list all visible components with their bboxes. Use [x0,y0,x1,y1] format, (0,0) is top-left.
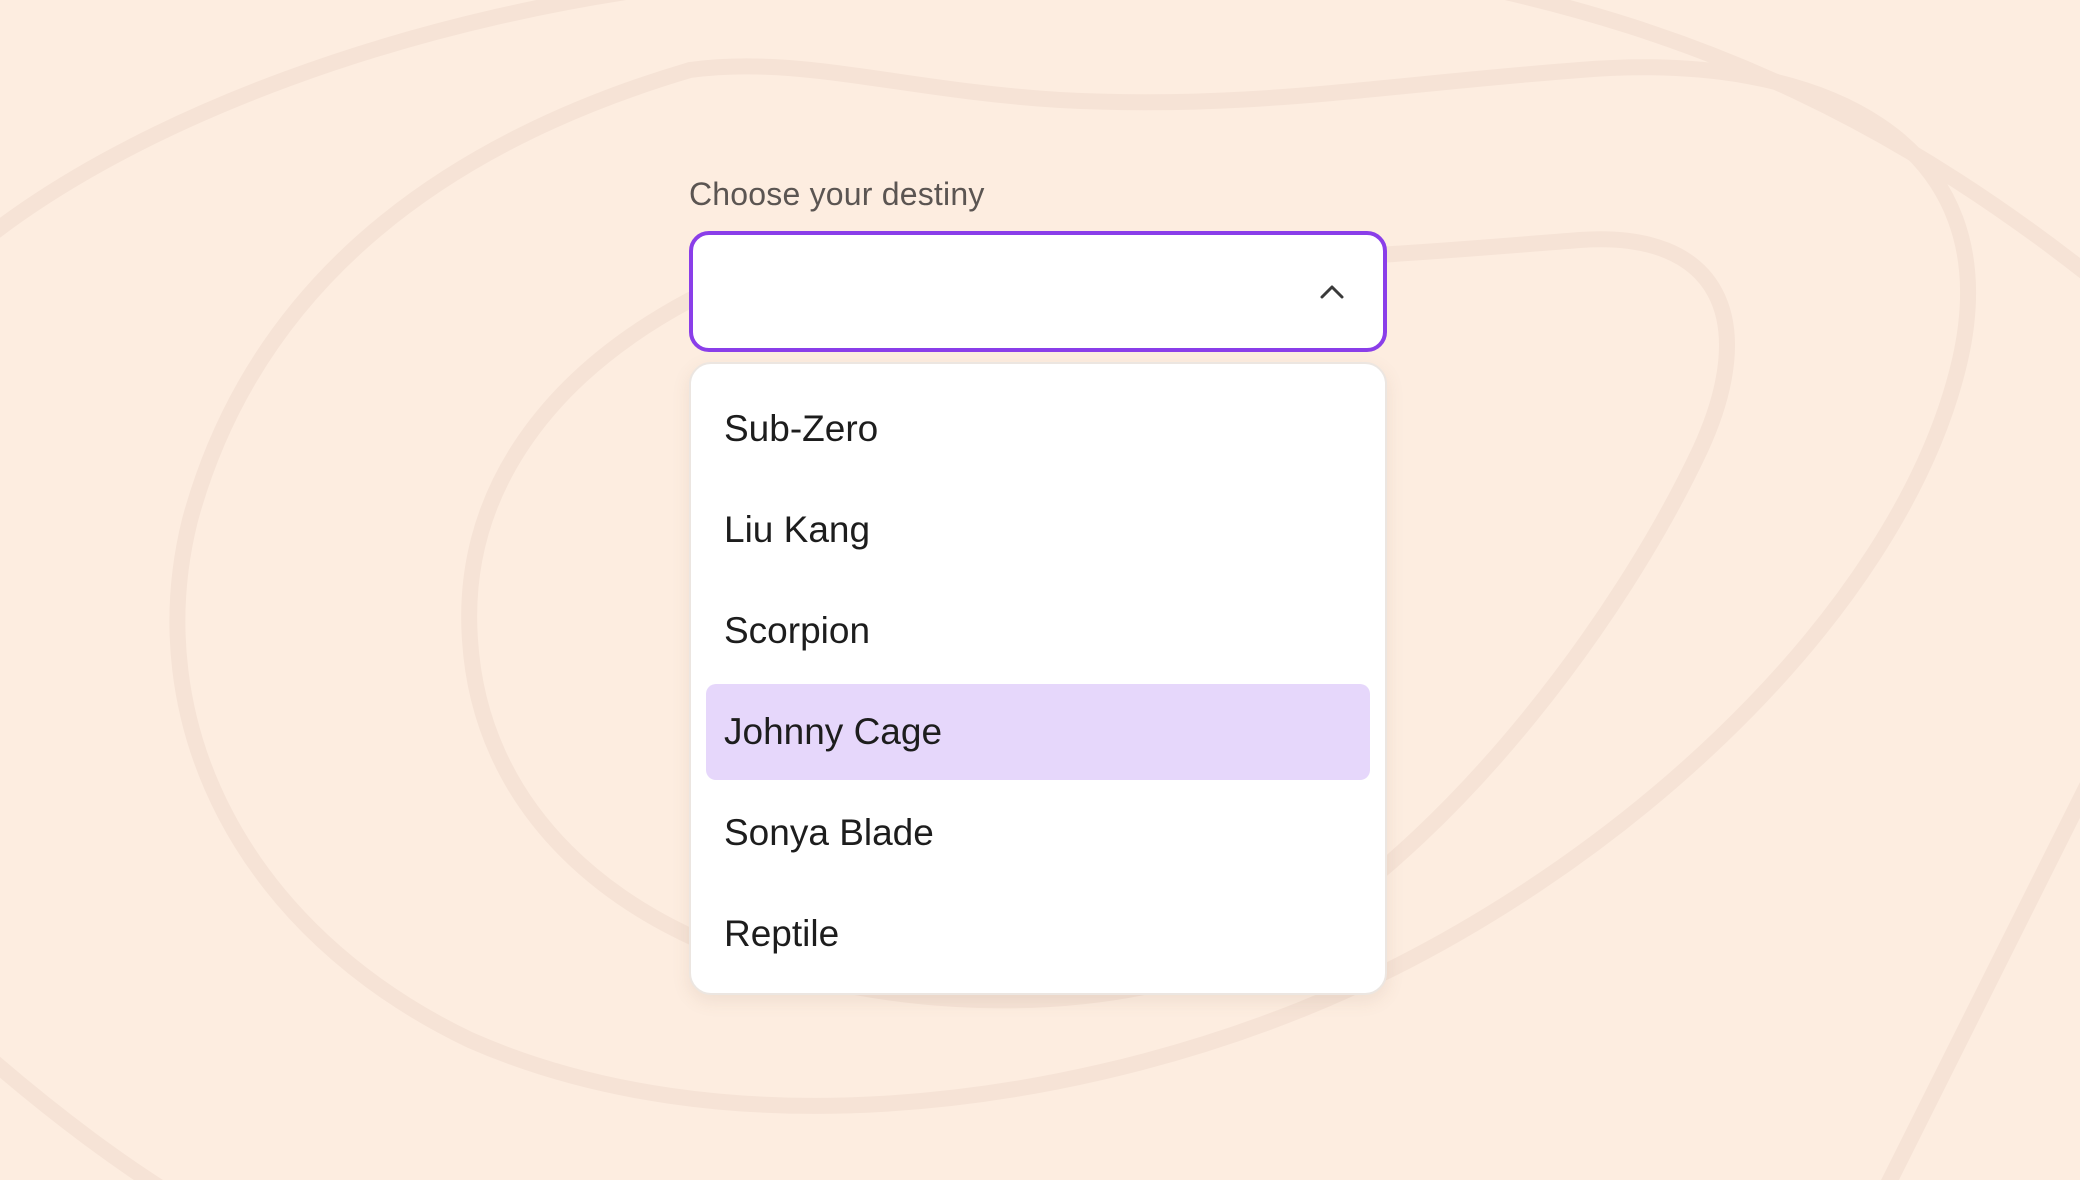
option-johnny-cage[interactable]: Johnny Cage [706,684,1370,780]
field-label: Choose your destiny [689,176,985,212]
chevron-stroke [1320,285,1344,299]
select-trigger[interactable] [689,231,1387,352]
options-listbox: Sub-Zero Liu Kang Scorpion Johnny Cage S… [689,362,1387,995]
chevron-up-icon[interactable] [1317,277,1347,307]
option-sub-zero[interactable]: Sub-Zero [706,381,1370,477]
option-sonya-blade[interactable]: Sonya Blade [706,785,1370,881]
option-liu-kang[interactable]: Liu Kang [706,482,1370,578]
option-scorpion[interactable]: Scorpion [706,583,1370,679]
option-reptile[interactable]: Reptile [706,886,1370,982]
destiny-select-field: Choose your destiny [689,175,1387,352]
